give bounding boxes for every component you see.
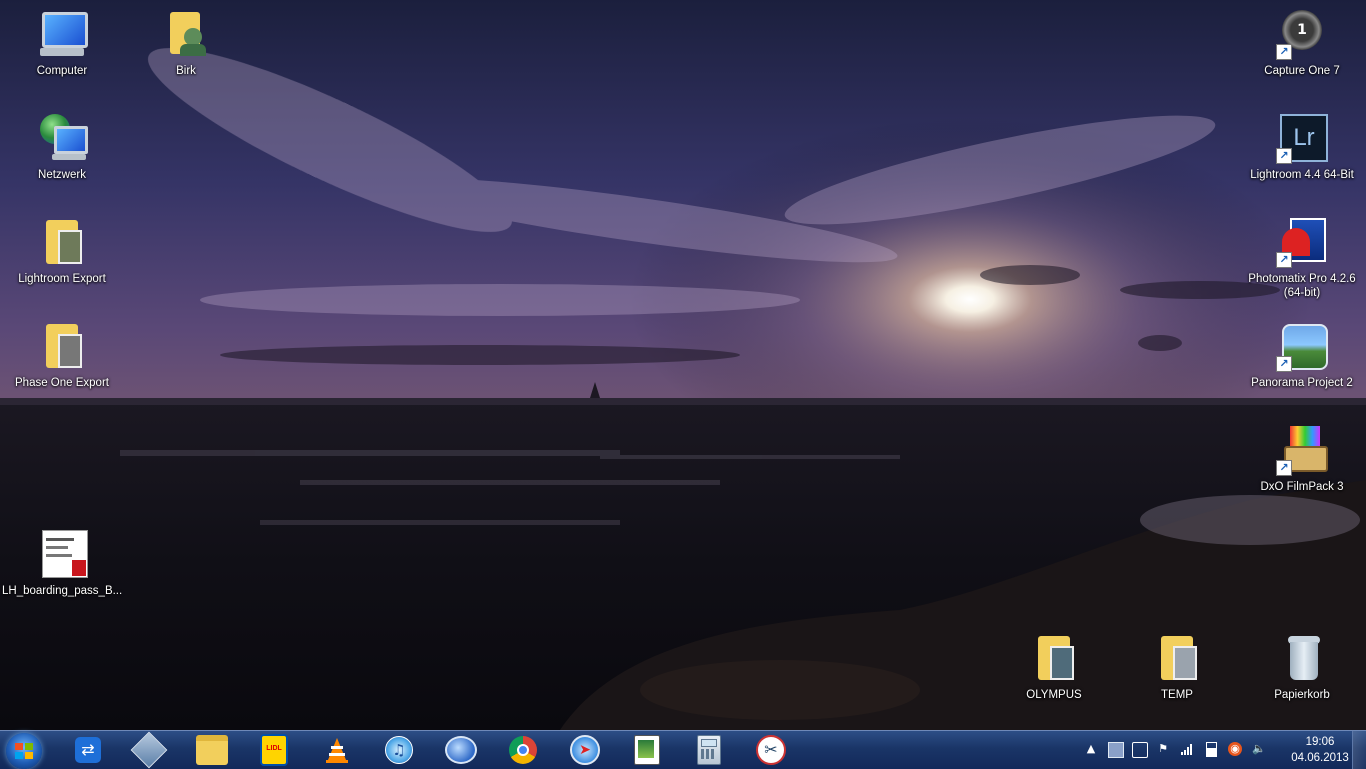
taskbar: ⇄ LIDL ♫ ➤ ✂ ▲ ⚑ ◉ 🔈 19:06 04.06.2013 (0, 730, 1366, 769)
icon-label: Photomatix Pro 4.2.6 (64-bit) (1248, 273, 1356, 299)
taskbar-lidl-mobile[interactable]: LIDL (249, 733, 299, 767)
desktop-icon-lightroom-export[interactable]: Lightroom Export (2, 212, 122, 312)
desktop-icon-phase-one-export[interactable]: Phase One Export (2, 316, 122, 416)
taskbar-explorer[interactable] (187, 733, 237, 767)
taskbar-safari[interactable]: ➤ (560, 733, 610, 767)
signal-bars-icon[interactable] (1180, 742, 1194, 756)
icon-label: LH_boarding_pass_B... (2, 585, 123, 597)
recycle-bin-icon (1276, 632, 1328, 684)
taskbar-teamviewer[interactable]: ⇄ (63, 733, 113, 767)
chrome-icon (509, 736, 537, 764)
icon-label: Capture One 7 (1264, 65, 1340, 77)
thunderbird-icon (445, 736, 477, 764)
desktop-icon-capture-one[interactable]: 1 ↗ Capture One 7 (1242, 4, 1362, 104)
computer-icon (36, 8, 88, 60)
desktop-icon-computer[interactable]: Computer (2, 4, 122, 104)
explorer-icon (196, 735, 228, 765)
photomatix-icon: ↗ (1276, 216, 1328, 268)
network-status-icon[interactable] (1108, 742, 1124, 758)
show-desktop-button[interactable] (1352, 731, 1366, 769)
desktop-icon-photomatix[interactable]: ↗ Photomatix Pro 4.2.6 (64-bit) (1242, 212, 1362, 312)
system-tray: ▲ ⚑ ◉ 🔈 (1082, 731, 1292, 769)
desktop-icon-birk[interactable]: Birk (126, 4, 246, 104)
capture-one-icon: 1 ↗ (1276, 8, 1328, 60)
desktop-icon-lightroom[interactable]: Lr ↗ Lightroom 4.4 64-Bit (1242, 108, 1362, 208)
panorama-icon: ↗ (1276, 320, 1328, 372)
folder-icon (1151, 632, 1203, 684)
taskbar-calculator[interactable] (684, 733, 734, 767)
start-button[interactable] (6, 733, 42, 769)
vlc-icon (326, 738, 348, 763)
icon-label: Netzwerk (38, 169, 86, 181)
desktop-icon-dxo-filmpack[interactable]: ↗ DxO FilmPack 3 (1242, 420, 1362, 520)
battery-icon[interactable] (1204, 742, 1218, 757)
solitaire-icon (634, 735, 660, 765)
clock-time: 19:06 (1305, 736, 1335, 748)
clock[interactable]: 19:06 04.06.2013 (1290, 731, 1350, 769)
pdf-icon (36, 528, 88, 580)
desktop-icon-temp[interactable]: TEMP (1117, 628, 1237, 728)
icon-label: DxO FilmPack 3 (1260, 481, 1344, 493)
desktop-icon-boarding-pass[interactable]: LH_boarding_pass_B... (2, 524, 122, 624)
update-icon[interactable]: ◉ (1228, 742, 1242, 756)
windows-logo-icon (15, 743, 33, 759)
taskbar-vlc[interactable] (312, 733, 362, 767)
show-hidden-icon[interactable]: ▲ (1084, 742, 1098, 756)
icon-label: Papierkorb (1274, 689, 1330, 701)
snipping-tool-icon: ✂ (756, 735, 786, 765)
lidl-mobile-icon: LIDL (260, 734, 288, 766)
taskbar-solitaire[interactable] (622, 733, 672, 767)
desktop-icon-papierkorb[interactable]: Papierkorb (1242, 628, 1362, 728)
desktop-icon-panorama-project[interactable]: ↗ Panorama Project 2 (1242, 316, 1362, 416)
taskbar-snipping-tool[interactable]: ✂ (746, 733, 796, 767)
virtualbox-icon (130, 731, 168, 769)
lightroom-icon: Lr ↗ (1276, 112, 1328, 164)
taskbar-itunes[interactable]: ♫ (374, 733, 424, 767)
folder-icon (36, 216, 88, 268)
action-center-flag-icon[interactable]: ⚑ (1156, 742, 1170, 756)
safari-icon: ➤ (570, 735, 600, 765)
clock-date: 04.06.2013 (1291, 752, 1349, 764)
icon-label: Panorama Project 2 (1251, 377, 1353, 389)
icon-label: Birk (176, 65, 196, 77)
desktop-icon-olympus[interactable]: OLYMPUS (994, 628, 1114, 728)
taskbar-virtualbox[interactable] (124, 731, 174, 769)
icon-label: Lightroom 4.4 64-Bit (1250, 169, 1354, 181)
taskbar-chrome[interactable] (498, 733, 548, 767)
sync-icon[interactable] (1132, 742, 1148, 758)
network-icon (36, 112, 88, 164)
icon-label: Phase One Export (15, 377, 109, 389)
itunes-icon: ♫ (385, 736, 413, 764)
desktop-icon-netzwerk[interactable]: Netzwerk (2, 108, 122, 208)
folder-icon (36, 320, 88, 372)
taskbar-thunderbird[interactable] (436, 733, 486, 767)
folder-icon (1028, 632, 1080, 684)
desktop-wallpaper (0, 0, 1366, 730)
icon-label: Lightroom Export (18, 273, 106, 285)
icon-label: OLYMPUS (1026, 689, 1082, 701)
teamviewer-icon: ⇄ (75, 737, 101, 763)
icon-label: Computer (36, 65, 88, 77)
volume-icon[interactable]: 🔈 (1252, 742, 1266, 756)
calculator-icon (697, 735, 721, 765)
user-folder-icon (160, 8, 212, 60)
icon-label: TEMP (1161, 689, 1193, 701)
dxo-filmpack-icon: ↗ (1276, 424, 1328, 476)
